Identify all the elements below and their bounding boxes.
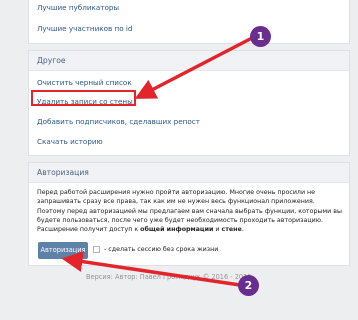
annotation-arrows	[61, 36, 254, 287]
annotation-badge-1: 1	[250, 26, 271, 47]
arrow-to-delete-link	[134, 36, 254, 99]
arrow-to-authorize-button	[61, 251, 242, 287]
annotation-badge-2: 2	[238, 275, 259, 296]
